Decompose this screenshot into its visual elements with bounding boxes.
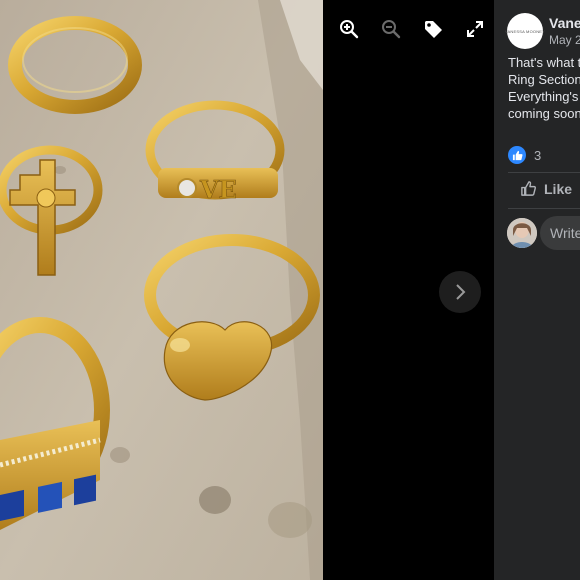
next-photo-button[interactable] (439, 271, 481, 313)
author-name[interactable]: Vane (549, 15, 580, 31)
svg-text:VE: VE (199, 175, 237, 204)
zoom-out-icon[interactable] (376, 14, 406, 44)
like-reaction-icon (508, 146, 526, 164)
chevron-right-icon (456, 284, 466, 300)
divider (508, 208, 580, 209)
comment-input-container[interactable] (540, 216, 580, 250)
post-photo: VE (0, 0, 323, 580)
viewer-toolbar (334, 14, 490, 44)
like-button[interactable]: Like (520, 180, 572, 197)
comment-input[interactable] (540, 216, 580, 250)
tag-icon[interactable] (418, 14, 448, 44)
post-date[interactable]: May 2 (549, 33, 580, 47)
author-avatar-logo: VANESSA MOONEY (504, 28, 546, 34)
author-avatar[interactable]: VANESSA MOONEY (504, 13, 546, 49)
post-text: That's what t Ring Section Everything's … (508, 54, 580, 122)
fullscreen-icon[interactable] (460, 14, 490, 44)
photo-viewer: VE (0, 0, 494, 580)
post-text-line: coming soon (508, 106, 580, 121)
post-text-line: Everything's (508, 89, 579, 104)
reactions-summary[interactable]: 3 (508, 146, 541, 164)
like-label: Like (544, 180, 573, 197)
thumbs-up-icon (521, 181, 537, 196)
reaction-count: 3 (534, 147, 542, 163)
post-text-line: That's what t (508, 55, 580, 70)
post-text-line: Ring Section (508, 72, 580, 87)
divider (508, 172, 580, 173)
zoom-in-icon[interactable] (334, 14, 364, 44)
commenter-avatar[interactable] (507, 218, 537, 248)
